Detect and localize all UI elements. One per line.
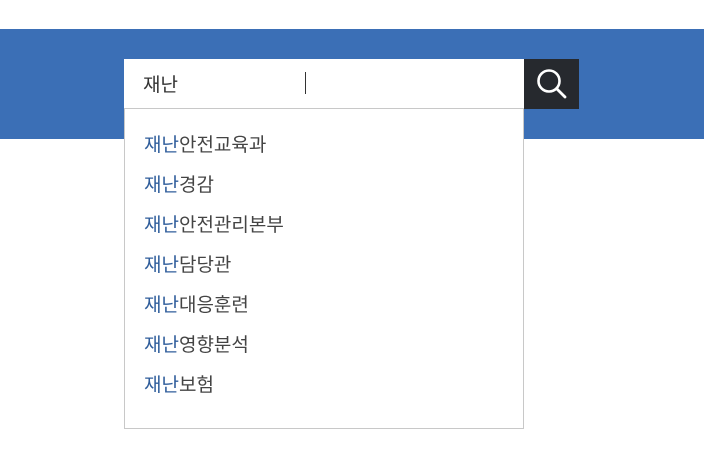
suggestion-match: 재난: [144, 254, 179, 276]
suggestion-rest: 경감: [178, 174, 214, 196]
suggestion-match: 재난: [144, 334, 179, 356]
suggestion-match: 재난: [144, 294, 179, 316]
suggestion-item[interactable]: 재난안전교육과: [125, 129, 523, 169]
search-box[interactable]: [124, 59, 524, 109]
page: 재난안전교육과 재난경감 재난안전관리본부 재난담당관 재난대응훈련 재난영향분…: [0, 0, 704, 450]
suggestion-match: 재난: [144, 174, 179, 196]
suggestion-rest: 담당관: [178, 254, 232, 276]
suggestion-item[interactable]: 재난영향분석: [125, 329, 523, 369]
suggestion-item[interactable]: 재난경감: [125, 169, 523, 209]
search-icon: [536, 69, 566, 99]
suggestion-item[interactable]: 재난안전관리본부: [125, 209, 523, 249]
suggestion-match: 재난: [144, 374, 179, 396]
suggestion-rest: 대응훈련: [178, 294, 249, 316]
text-caret: [305, 72, 306, 94]
suggestion-item[interactable]: 재난보험: [125, 369, 523, 409]
suggestion-rest: 영향분석: [178, 334, 249, 356]
suggestion-list: 재난안전교육과 재난경감 재난안전관리본부 재난담당관 재난대응훈련 재난영향분…: [125, 109, 523, 409]
suggestion-item[interactable]: 재난담당관: [125, 249, 523, 289]
suggestion-match: 재난: [144, 214, 179, 236]
search-button[interactable]: [524, 59, 579, 109]
search-input[interactable]: [124, 59, 524, 108]
suggestion-rest: 안전관리본부: [178, 214, 284, 236]
autocomplete-dropdown: 재난안전교육과 재난경감 재난안전관리본부 재난담당관 재난대응훈련 재난영향분…: [124, 109, 524, 429]
suggestion-match: 재난: [144, 134, 179, 156]
suggestion-rest: 안전교육과: [178, 134, 267, 156]
suggestion-item[interactable]: 재난대응훈련: [125, 289, 523, 329]
suggestion-rest: 보험: [178, 374, 214, 396]
